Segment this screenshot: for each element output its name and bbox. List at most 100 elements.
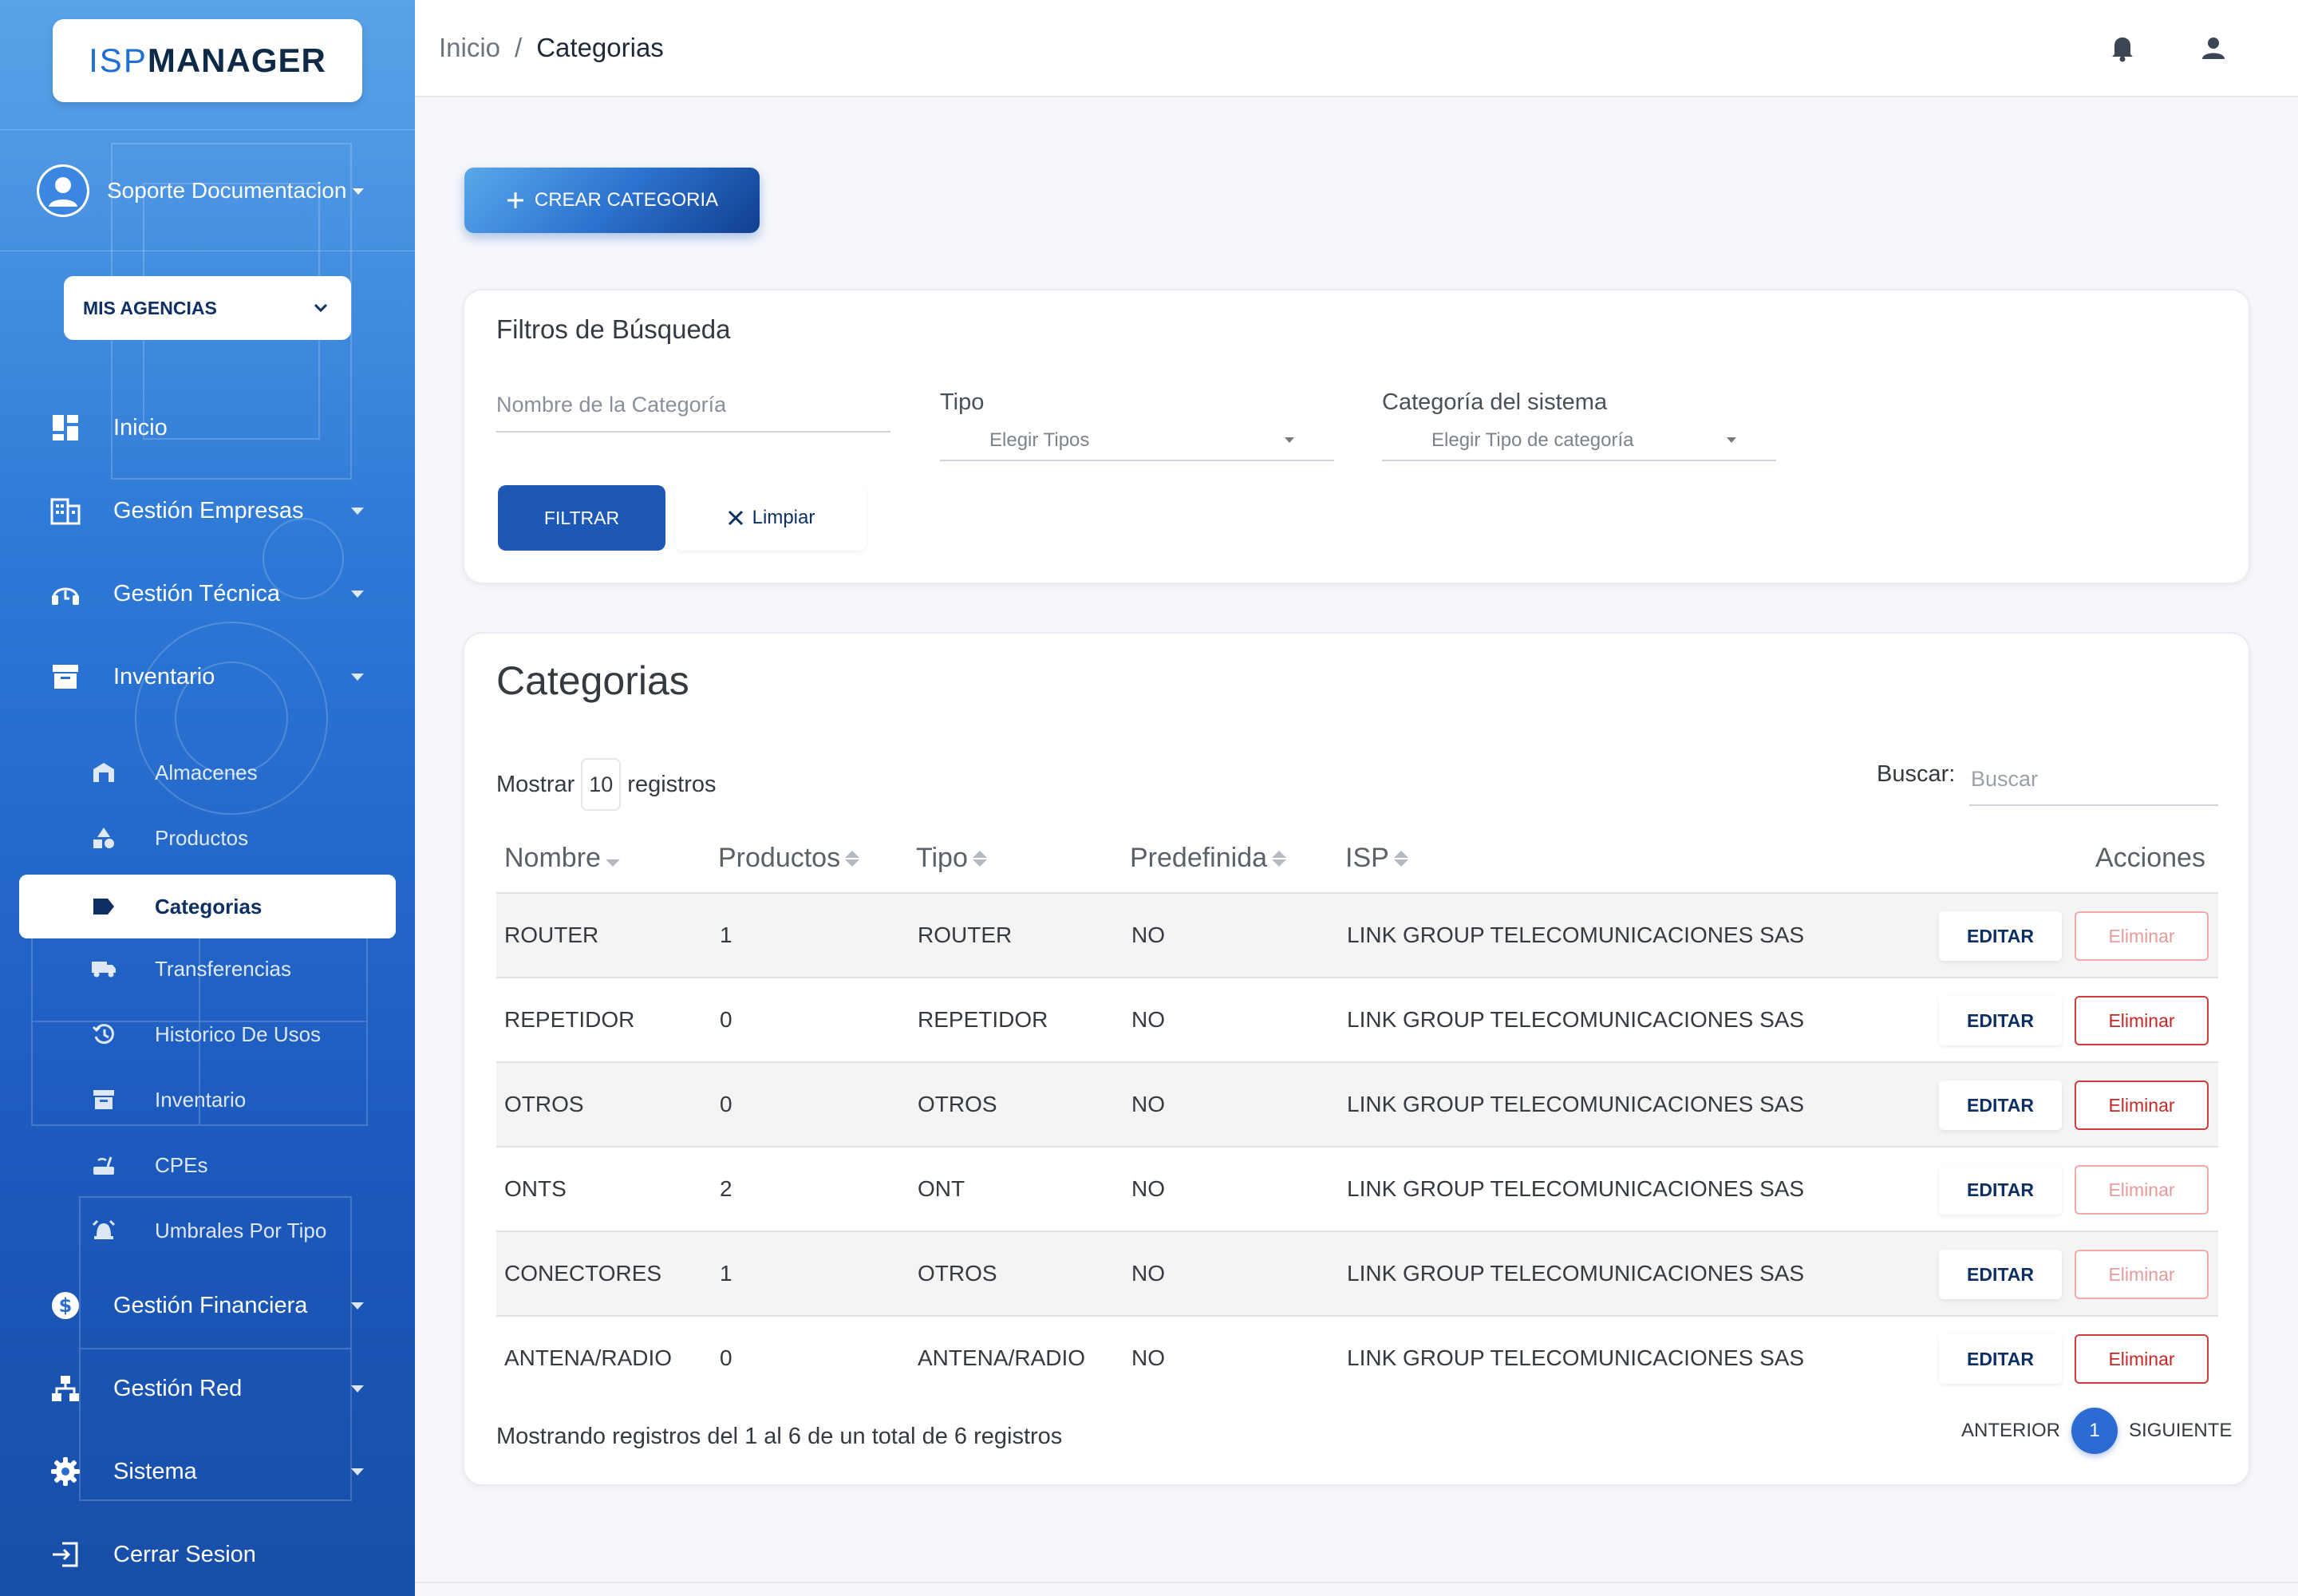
cell-predefinida: NO xyxy=(1131,1176,1165,1201)
caret-down-icon xyxy=(351,673,364,681)
previous-page-button[interactable]: ANTERIOR xyxy=(1961,1420,2060,1442)
user-icon[interactable] xyxy=(2196,30,2231,65)
shapes-icon xyxy=(89,824,118,852)
sidebar-item-gestion-financiera[interactable]: $ Gestión Financiera xyxy=(0,1274,415,1337)
column-header-productos[interactable]: Productos xyxy=(718,843,860,874)
delete-button[interactable]: Eliminar xyxy=(2075,1165,2209,1215)
bell-icon[interactable] xyxy=(2105,30,2140,65)
sidebar-item-label: Inicio xyxy=(113,414,168,440)
headset-icon xyxy=(49,578,81,610)
sidebar-subitem-label: Productos xyxy=(155,825,249,850)
dashboard-icon xyxy=(49,412,81,444)
chevron-down-icon xyxy=(353,188,364,195)
sidebar-subitem-label: Transferencias xyxy=(155,956,291,981)
sidebar-item-gestion-tecnica[interactable]: Gestión Técnica xyxy=(0,562,415,626)
edit-button[interactable]: EDITAR xyxy=(1939,996,2062,1045)
delete-button[interactable]: Eliminar xyxy=(2075,1080,2209,1130)
cell-tipo: REPETIDOR xyxy=(918,1007,1048,1032)
edit-button[interactable]: EDITAR xyxy=(1939,1334,2062,1384)
sidebar-item-gestion-red[interactable]: Gestión Red xyxy=(0,1357,415,1420)
sort-icon xyxy=(1272,850,1287,867)
page-number-button[interactable]: 1 xyxy=(2071,1408,2118,1454)
dollar-icon: $ xyxy=(49,1290,81,1321)
clear-button-label: Limpiar xyxy=(752,507,815,528)
column-header-nombre[interactable]: Nombre xyxy=(504,843,620,874)
sidebar-item-inventario[interactable]: Inventario xyxy=(0,645,415,709)
sidebar-item-sistema[interactable]: Sistema xyxy=(0,1440,415,1503)
delete-button[interactable]: Eliminar xyxy=(2075,996,2209,1045)
sidebar-subitem-inventario[interactable]: Inventario xyxy=(0,1071,415,1128)
edit-button[interactable]: EDITAR xyxy=(1939,1080,2062,1130)
edit-button[interactable]: EDITAR xyxy=(1939,1250,2062,1299)
sort-icon xyxy=(1393,850,1408,867)
tag-icon xyxy=(89,892,118,921)
breadcrumb-home-link[interactable]: Inicio xyxy=(439,33,500,62)
cell-productos: 1 xyxy=(720,1261,732,1286)
category-name-placeholder: Nombre de la Categoría xyxy=(496,393,727,417)
sidebar-subitem-productos[interactable]: Productos xyxy=(0,809,415,867)
column-header-predefinida[interactable]: Predefinida xyxy=(1130,843,1287,874)
sidebar-subitem-historico[interactable]: Historico De Usos xyxy=(0,1005,415,1063)
cell-isp: LINK GROUP TELECOMUNICACIONES SAS xyxy=(1347,1261,1805,1286)
sort-icon xyxy=(845,850,860,867)
cell-tipo: OTROS xyxy=(918,1092,997,1116)
clear-button[interactable]: Limpiar xyxy=(675,485,867,551)
logo-suffix: MANAGER xyxy=(147,41,326,79)
edit-button[interactable]: EDITAR xyxy=(1939,911,2062,961)
caret-down-icon xyxy=(351,507,364,515)
alarm-icon xyxy=(89,1216,118,1245)
filter-button[interactable]: FILTRAR xyxy=(498,485,665,551)
cell-productos: 2 xyxy=(720,1176,732,1201)
cell-predefinida: NO xyxy=(1131,1345,1165,1370)
column-header-isp[interactable]: ISP xyxy=(1345,843,1408,874)
delete-button[interactable]: Eliminar xyxy=(2075,1334,2209,1384)
column-header-label: Nombre xyxy=(504,843,601,873)
cell-isp: LINK GROUP TELECOMUNICACIONES SAS xyxy=(1347,1345,1805,1370)
sidebar-item-cerrar-sesion[interactable]: Cerrar Sesion xyxy=(0,1523,415,1586)
svg-text:$: $ xyxy=(59,1294,73,1317)
page-length-select[interactable]: 10 xyxy=(581,758,622,811)
sidebar-item-gestion-empresas[interactable]: Gestión Empresas xyxy=(0,479,415,543)
sidebar-subitem-umbrales[interactable]: Umbrales Por Tipo xyxy=(0,1202,415,1259)
sidebar-item-label: Gestión Empresas xyxy=(113,497,304,523)
create-category-button[interactable]: CREAR CATEGORIA xyxy=(464,168,760,233)
sidebar-subitem-cpes[interactable]: CPEs xyxy=(0,1136,415,1194)
column-header-label: Productos xyxy=(718,843,841,873)
cell-nombre: OTROS xyxy=(504,1092,584,1116)
topbar: Inicio / Categorias xyxy=(415,0,2298,97)
tipo-select[interactable]: Elegir Tipos xyxy=(940,425,1334,461)
sidebar-item-inicio[interactable]: Inicio xyxy=(0,396,415,460)
cell-predefinida: NO xyxy=(1131,1261,1165,1286)
cell-tipo: OTROS xyxy=(918,1261,997,1286)
create-category-label: CREAR CATEGORIA xyxy=(534,189,719,211)
cell-productos: 0 xyxy=(720,1007,732,1032)
edit-button[interactable]: EDITAR xyxy=(1939,1165,2062,1215)
sidebar-item-label: Gestión Técnica xyxy=(113,580,281,606)
next-page-button[interactable]: SIGUIENTE xyxy=(2129,1420,2232,1442)
sort-icon xyxy=(972,850,987,867)
search-input[interactable]: Buscar xyxy=(1969,753,2218,806)
agency-select[interactable]: MIS AGENCIAS xyxy=(64,276,351,340)
categoria-sistema-select[interactable]: Elegir Tipo de categoría xyxy=(1382,425,1776,461)
column-header-tipo[interactable]: Tipo xyxy=(916,843,987,874)
table-row: CONECTORES 1 OTROS NO LINK GROUP TELECOMUNIC… xyxy=(496,1232,2218,1315)
sidebar-subitem-label: CPEs xyxy=(155,1152,208,1177)
delete-button[interactable]: Eliminar xyxy=(2075,911,2209,961)
sidebar-subitem-transferencias[interactable]: Transferencias xyxy=(0,940,415,998)
delete-button[interactable]: Eliminar xyxy=(2075,1250,2209,1299)
category-name-input[interactable]: Nombre de la Categoría xyxy=(496,377,890,433)
cell-isp: LINK GROUP TELECOMUNICACIONES SAS xyxy=(1347,1176,1805,1201)
sidebar-subitem-categorias[interactable]: Categorias xyxy=(19,875,396,938)
caret-down-icon xyxy=(351,1468,364,1476)
user-menu[interactable]: Soporte Documentacion xyxy=(37,164,364,217)
sidebar-item-label: Gestión Red xyxy=(113,1375,243,1401)
cell-nombre: ANTENA/RADIO xyxy=(504,1345,673,1370)
plus-icon xyxy=(507,192,523,208)
pagination: ANTERIOR 1 SIGUIENTE xyxy=(1961,1408,2232,1454)
sidebar-subitem-almacenes[interactable]: Almacenes xyxy=(0,744,415,801)
cell-productos: 0 xyxy=(720,1092,732,1116)
table-row: OTROS 0 OTROS NO LINK GROUP TELECOMUNICACION… xyxy=(496,1063,2218,1146)
sidebar-subitem-label: Umbrales Por Tipo xyxy=(155,1218,327,1242)
cell-nombre: ROUTER xyxy=(504,922,599,947)
logo[interactable]: ISPMANAGER xyxy=(53,19,362,102)
